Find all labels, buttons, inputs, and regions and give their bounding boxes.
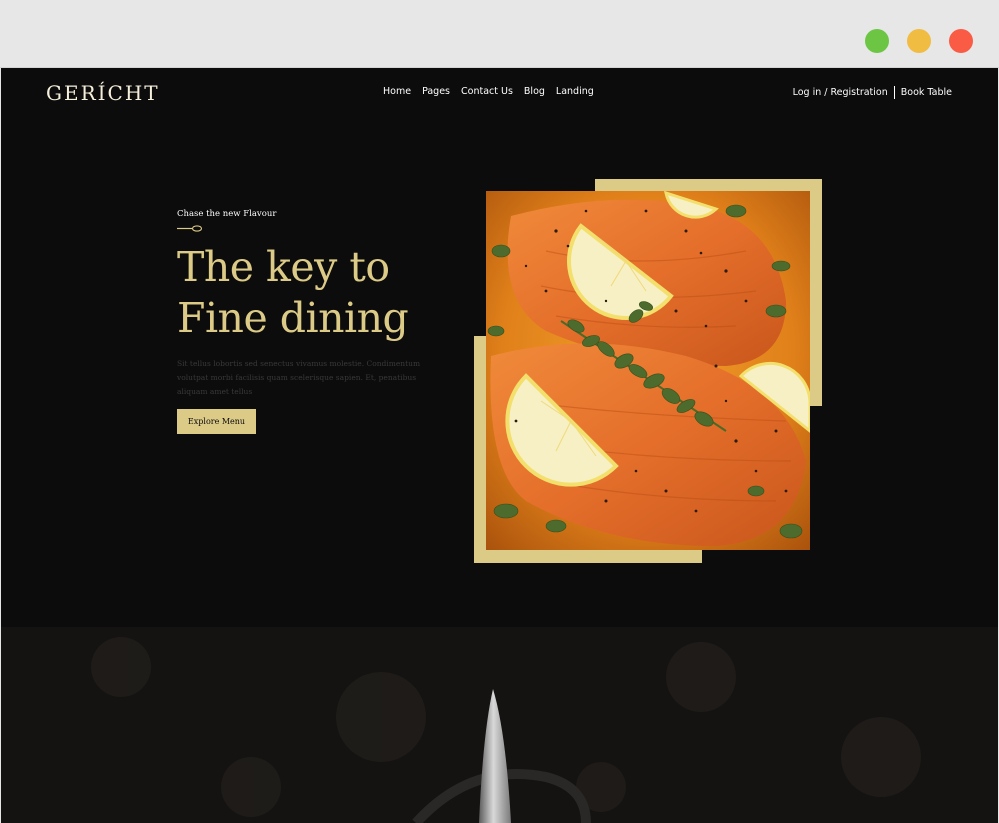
browser-titlebar [0, 0, 999, 68]
login-registration-link[interactable]: Log in / Registration [793, 87, 888, 98]
spoon-icon [177, 225, 203, 232]
nav-item-pages[interactable]: Pages [422, 86, 450, 97]
minimize-button[interactable] [907, 29, 931, 53]
salmon-dish-illustration [486, 191, 810, 550]
lower-section-background [1, 627, 998, 823]
close-button[interactable] [949, 29, 973, 53]
account-navigation: Log in / Registration Book Table [793, 86, 952, 99]
main-navigation: Home Pages Contact Us Blog Landing [383, 86, 594, 97]
site-logo[interactable]: GERÍCHT [46, 81, 160, 105]
knife-icon [1, 627, 998, 823]
book-table-link[interactable]: Book Table [901, 87, 952, 98]
nav-item-contact-us[interactable]: Contact Us [461, 86, 513, 97]
maximize-button[interactable] [865, 29, 889, 53]
hero-title-line-1: The key to [177, 243, 390, 291]
hero-subtitle: Chase the new Flavour [177, 209, 277, 219]
hero-food-image [486, 191, 810, 550]
hero-title-line-2: Fine dining [177, 294, 409, 342]
explore-menu-button[interactable]: Explore Menu [177, 409, 256, 434]
hero-description: Sit tellus lobortis sed senectus vivamus… [177, 359, 421, 396]
hero-title: The key to Fine dining [177, 242, 457, 344]
nav-item-landing[interactable]: Landing [556, 86, 594, 97]
nav-item-blog[interactable]: Blog [524, 86, 545, 97]
landing-page: GERÍCHT Home Pages Contact Us Blog Landi… [1, 68, 998, 823]
nav-item-home[interactable]: Home [383, 86, 411, 97]
nav-divider [893, 86, 895, 99]
